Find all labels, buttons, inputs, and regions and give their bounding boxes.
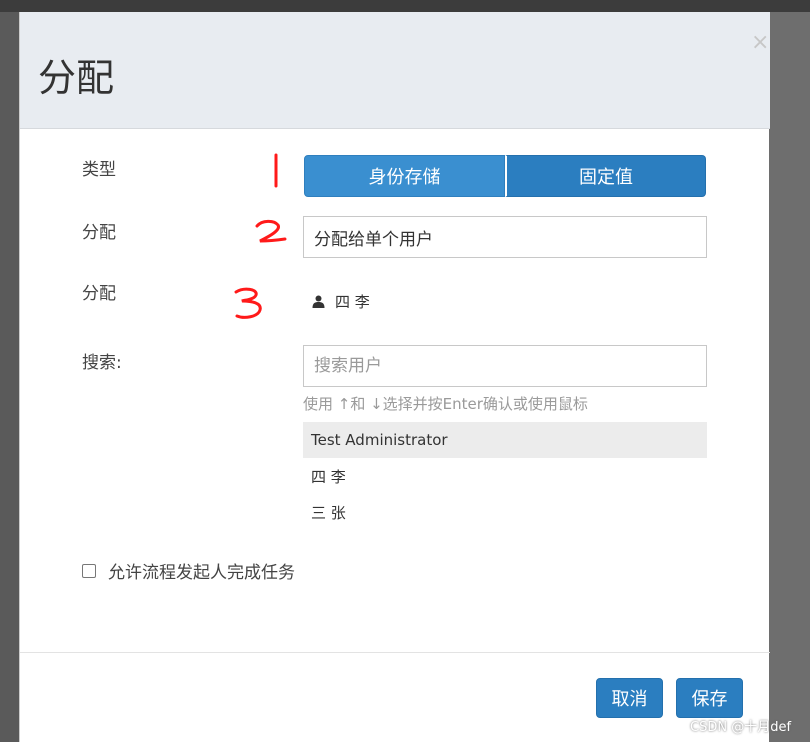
footer-divider — [20, 652, 770, 653]
close-icon[interactable]: × — [751, 30, 769, 55]
backdrop-top — [0, 0, 810, 12]
dialog-title: 分配 — [38, 56, 115, 100]
initiator-complete-checkbox[interactable] — [82, 563, 96, 578]
type-option-fixed-value[interactable]: 固定值 — [505, 155, 706, 197]
search-user-input[interactable] — [303, 345, 707, 387]
assign-label: 分配 — [82, 223, 116, 243]
type-option-identity-store[interactable]: 身份存储 — [304, 155, 505, 197]
dialog-header: 分配 × — [20, 12, 770, 129]
save-button[interactable]: 保存 — [676, 678, 743, 718]
type-label: 类型 — [82, 160, 116, 180]
cancel-button[interactable]: 取消 — [596, 678, 663, 718]
search-result-item[interactable]: 三 张 — [303, 494, 707, 530]
assign-dialog: 分配 × 类型 身份存储 固定值 分配 分配给单个用户 分配 四 李 搜索: 使… — [19, 12, 770, 742]
search-result-item[interactable]: Test Administrator — [303, 422, 707, 458]
type-toggle-group: 身份存储 固定值 — [304, 155, 706, 197]
annotation-mark-2 — [255, 219, 287, 243]
user-icon — [312, 295, 325, 308]
backdrop-right — [769, 12, 810, 742]
assigned-user-name: 四 李 — [335, 293, 370, 311]
initiator-complete-label: 允许流程发起人完成任务 — [108, 563, 295, 583]
watermark: CSDN @十月def — [690, 720, 792, 735]
search-results-list: Test Administrator 四 李 三 张 — [303, 422, 707, 530]
search-help-text: 使用 ↑和 ↓选择并按Enter确认或使用鼠标 — [303, 395, 588, 413]
annotation-mark-3 — [234, 287, 262, 319]
assign-type-select[interactable]: 分配给单个用户 — [303, 216, 707, 258]
assigned-user: 四 李 — [312, 291, 370, 312]
initiator-complete-option: 允许流程发起人完成任务 — [82, 558, 295, 583]
search-result-item[interactable]: 四 李 — [303, 458, 707, 494]
assigned-user-label: 分配 — [82, 284, 116, 304]
annotation-mark-1 — [274, 153, 278, 188]
search-label: 搜索: — [82, 353, 122, 373]
